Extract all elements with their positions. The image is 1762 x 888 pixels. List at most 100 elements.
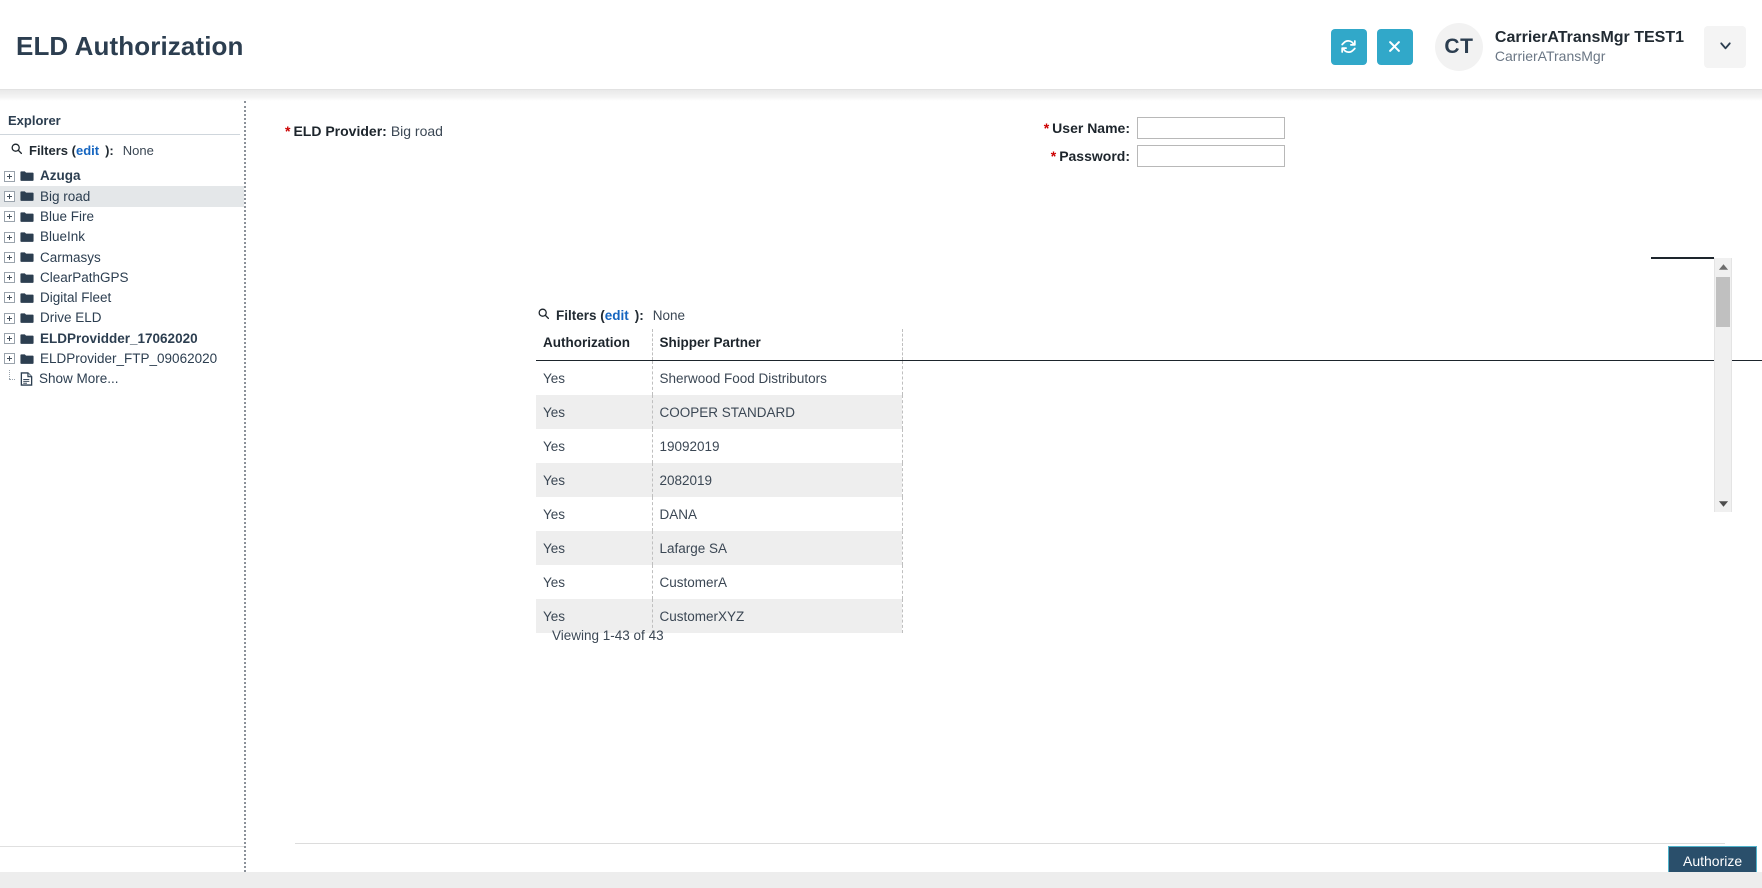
header-divider <box>0 89 1762 101</box>
folder-icon <box>20 190 34 202</box>
username-row: * User Name: <box>927 114 1285 142</box>
shipper-partner-cell: DANA <box>652 497 903 531</box>
spacer-cell <box>902 463 1762 497</box>
expand-icon[interactable] <box>4 190 15 202</box>
avatar: CT <box>1434 22 1483 71</box>
tree-item-clearpathgps[interactable]: ClearPathGPS <box>0 267 244 287</box>
table-row[interactable]: Yes 2082019 <box>536 463 1762 497</box>
explorer-sidebar: Explorer Filters (edit): None Azuga Big r… <box>0 101 244 872</box>
required-indicator: * <box>1043 120 1050 136</box>
header-actions: CT CarrierATransMgr TEST1 CarrierATransM… <box>1321 22 1746 71</box>
folder-icon <box>20 333 34 345</box>
sidebar-filters-label-suffix: ): <box>105 142 114 158</box>
folder-icon <box>20 231 34 243</box>
authorization-cell: Yes <box>536 497 653 531</box>
chevron-down-icon <box>1717 37 1734 57</box>
folder-icon <box>20 272 34 284</box>
grid-filters-label-suffix: ): <box>634 307 644 323</box>
table-row[interactable]: Yes DANA <box>536 497 1762 531</box>
required-indicator: * <box>285 123 291 139</box>
expand-icon[interactable] <box>4 170 15 182</box>
table-row[interactable]: Yes 19092019 <box>536 429 1762 463</box>
expand-icon[interactable] <box>4 251 15 263</box>
tree-item-label: Blue Fire <box>40 208 95 224</box>
user-info: CarrierATransMgr TEST1 CarrierATransMgr <box>1495 28 1684 66</box>
grid-filters-edit-link[interactable]: edit <box>605 308 629 323</box>
tree-item-label: Carmasys <box>40 249 101 265</box>
username-input[interactable] <box>1137 117 1285 139</box>
tree-item-label: Show More... <box>39 371 119 387</box>
app-header: ELD Authorization CT CarrierATransMgr TE… <box>0 4 1762 89</box>
spacer-cell <box>902 497 1762 531</box>
search-icon <box>537 307 550 323</box>
shipper-partner-cell: CustomerXYZ <box>652 599 903 633</box>
folder-icon <box>20 312 34 324</box>
sidebar-filters-edit-link[interactable]: edit <box>76 143 99 158</box>
tree-item-big-road[interactable]: Big road <box>0 186 244 207</box>
table-row[interactable]: Yes Lafarge SA <box>536 531 1762 565</box>
user-menu-button[interactable] <box>1704 25 1746 68</box>
expand-icon[interactable] <box>4 292 15 304</box>
tree-item-eldprovider-ftp-09062020[interactable]: ELDProvider_FTP_09062020 <box>0 349 244 369</box>
grid-filters[interactable]: Filters (edit): None <box>537 307 685 323</box>
tree-leaf-connector <box>4 369 15 385</box>
tree-item-digital-fleet[interactable]: Digital Fleet <box>0 288 244 308</box>
table-row[interactable]: Yes COOPER STANDARD <box>536 395 1762 429</box>
grid-column-header[interactable]: Authorization <box>536 329 653 361</box>
sidebar-filters[interactable]: Filters (edit): None <box>0 135 244 165</box>
grid-column-header[interactable]: Shipper Partner <box>652 329 903 361</box>
authorization-cell: Yes <box>536 463 653 497</box>
scroll-up-button[interactable] <box>1715 258 1731 275</box>
folder-icon <box>20 211 34 223</box>
sidebar-footer-divider <box>0 846 244 847</box>
tree-item-label: Digital Fleet <box>40 290 112 306</box>
tree-item-show-more[interactable]: Show More... <box>0 369 244 389</box>
sidebar-filters-label: Filters ( <box>29 142 76 158</box>
table-row[interactable]: Yes CustomerA <box>536 565 1762 599</box>
tree-item-drive-eld[interactable]: Drive ELD <box>0 308 244 328</box>
grid-filters-value: None <box>652 307 686 323</box>
spacer-cell <box>902 565 1762 599</box>
scrollbar-thumb[interactable] <box>1716 277 1730 327</box>
footer-divider <box>295 843 1725 844</box>
expand-icon[interactable] <box>4 272 15 284</box>
tree-item-blue-fire[interactable]: Blue Fire <box>0 207 244 227</box>
grid-scrollbar[interactable] <box>1714 258 1732 512</box>
expand-icon[interactable] <box>4 312 15 324</box>
tree-item-label: ELDProvider_FTP_09062020 <box>40 351 218 367</box>
tree-item-eldprovidder-17062020[interactable]: ELDProvidder_17062020 <box>0 328 244 348</box>
user-role: CarrierATransMgr <box>1494 47 1606 64</box>
expand-icon[interactable] <box>4 333 15 345</box>
password-input[interactable] <box>1137 145 1285 167</box>
tree-item-carmasys[interactable]: Carmasys <box>0 247 244 267</box>
eld-provider-field: * ELD Provider: Big road <box>285 123 443 139</box>
folder-icon <box>20 353 34 365</box>
shipper-partner-cell: Sherwood Food Distributors <box>652 360 903 395</box>
shipper-partner-cell: 2082019 <box>652 463 903 497</box>
expand-icon[interactable] <box>4 353 15 365</box>
authorization-cell: Yes <box>536 429 653 463</box>
authorization-cell: Yes <box>536 360 653 395</box>
tree-item-blueink[interactable]: BlueInk <box>0 227 244 247</box>
refresh-button[interactable] <box>1330 28 1367 65</box>
expand-icon[interactable] <box>4 211 15 223</box>
explorer-tree: Azuga Big road Blue Fire BlueInk Carmasys Cle… <box>0 165 244 389</box>
eld-provider-value: Big road <box>390 123 443 139</box>
expand-icon[interactable] <box>4 231 15 243</box>
page-title: ELD Authorization <box>16 31 244 61</box>
spacer-cell <box>902 395 1762 429</box>
shipper-partner-cell: 19092019 <box>652 429 903 463</box>
window-bottom-strip <box>0 872 1762 888</box>
triangle-down-icon <box>1718 495 1729 513</box>
scroll-down-button[interactable] <box>1715 495 1731 512</box>
table-row[interactable]: Yes Sherwood Food Distributors <box>536 360 1762 395</box>
grid-header-row: Authorization Shipper Partner <box>536 329 1762 361</box>
grid-column-header[interactable] <box>902 329 1762 361</box>
tree-item-label: Azuga <box>40 168 81 184</box>
grid-body: Yes Sherwood Food Distributors Yes COOPER S… <box>536 360 1762 633</box>
close-button[interactable] <box>1376 28 1413 65</box>
tree-item-azuga[interactable]: Azuga <box>0 166 244 186</box>
viewing-count: Viewing 1-43 of 43 <box>552 628 664 643</box>
eld-provider-label: ELD Provider: <box>293 123 387 139</box>
table-row[interactable]: Yes CustomerXYZ <box>536 599 1762 633</box>
